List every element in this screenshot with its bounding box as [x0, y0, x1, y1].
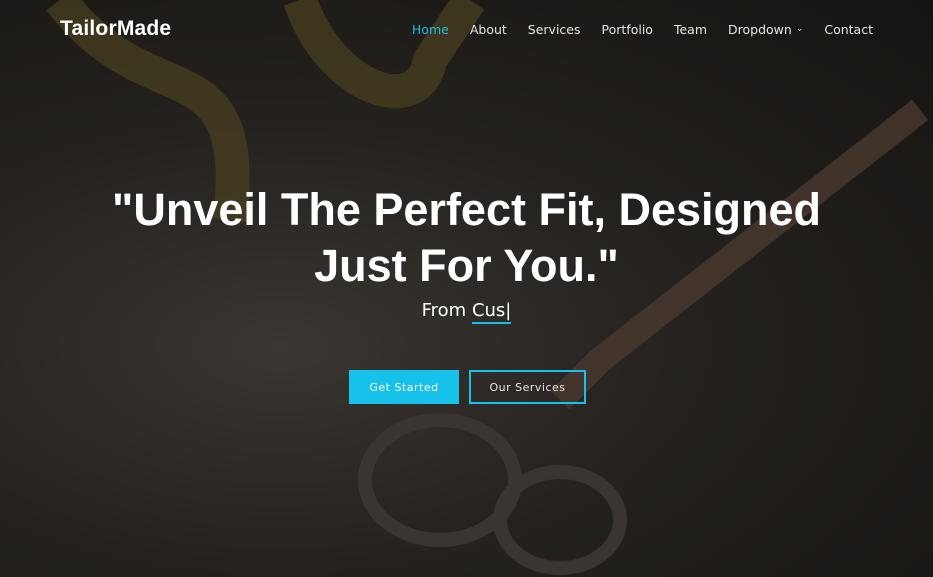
nav-about[interactable]: About	[470, 22, 507, 37]
hero-title-line1: "Unveil The Perfect Fit, Designed	[112, 184, 821, 235]
nav-dropdown-label: Dropdown	[728, 21, 792, 37]
nav-contact[interactable]: Contact	[824, 22, 873, 37]
nav-home[interactable]: Home	[412, 22, 449, 37]
hero-section: TailorMade Home About Services Portfolio…	[0, 0, 933, 577]
main-nav: Home About Services Portfolio Team Dropd…	[391, 22, 873, 37]
our-services-button[interactable]: Our Services	[469, 370, 586, 404]
hero-title: "Unveil The Perfect Fit, Designed Just Fo…	[0, 182, 933, 294]
hero-buttons: Get Started Our Services	[349, 370, 586, 404]
nav-services[interactable]: Services	[528, 22, 581, 37]
nav-team[interactable]: Team	[674, 22, 707, 37]
hero-title-line2: Just For You."	[314, 240, 619, 291]
brand-logo[interactable]: TailorMade	[60, 17, 171, 41]
subtitle-prefix: From	[421, 300, 472, 321]
get-started-button[interactable]: Get Started	[349, 370, 459, 404]
hero-subtitle: From Cus|	[0, 300, 933, 324]
typed-text: Cus|	[471, 300, 512, 324]
nav-dropdown[interactable]: Dropdown ⌄	[728, 22, 803, 37]
navbar: TailorMade Home About Services Portfolio…	[0, 0, 933, 58]
chevron-down-icon: ⌄	[795, 24, 804, 34]
nav-portfolio[interactable]: Portfolio	[602, 22, 653, 37]
